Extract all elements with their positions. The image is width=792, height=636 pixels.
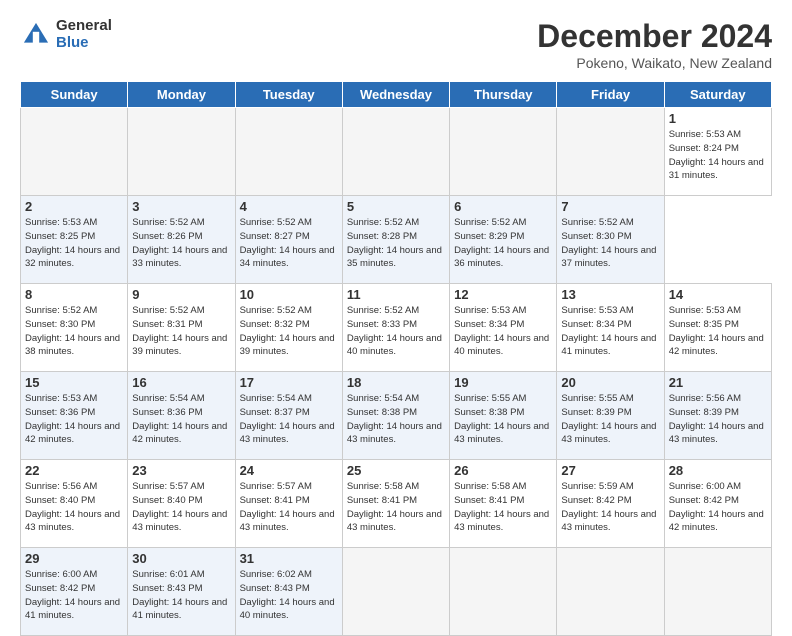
col-monday: Monday [128,82,235,108]
table-row: 18Sunrise: 5:54 AMSunset: 8:38 PMDayligh… [342,372,449,460]
table-row: 10Sunrise: 5:52 AMSunset: 8:32 PMDayligh… [235,284,342,372]
table-row: 17Sunrise: 5:54 AMSunset: 8:37 PMDayligh… [235,372,342,460]
col-thursday: Thursday [450,82,557,108]
logo-blue: Blue [56,35,112,52]
table-row: 15Sunrise: 5:53 AMSunset: 8:36 PMDayligh… [21,372,128,460]
table-row: 30Sunrise: 6:01 AMSunset: 8:43 PMDayligh… [128,548,235,636]
empty-cell [342,548,449,636]
empty-cell [450,108,557,196]
calendar-body: 1Sunrise: 5:53 AMSunset: 8:24 PMDaylight… [21,108,772,636]
logo: General Blue [20,18,112,51]
table-row: 4Sunrise: 5:52 AMSunset: 8:27 PMDaylight… [235,196,342,284]
table-row: 3Sunrise: 5:52 AMSunset: 8:26 PMDaylight… [128,196,235,284]
calendar: Sunday Monday Tuesday Wednesday Thursday… [20,81,772,636]
table-row: 28Sunrise: 6:00 AMSunset: 8:42 PMDayligh… [664,460,771,548]
table-row: 31Sunrise: 6:02 AMSunset: 8:43 PMDayligh… [235,548,342,636]
empty-cell [450,548,557,636]
logo-icon [20,19,52,51]
table-row: 7Sunrise: 5:52 AMSunset: 8:30 PMDaylight… [557,196,664,284]
table-row: 24Sunrise: 5:57 AMSunset: 8:41 PMDayligh… [235,460,342,548]
empty-cell [128,108,235,196]
table-row: 9Sunrise: 5:52 AMSunset: 8:31 PMDaylight… [128,284,235,372]
col-sunday: Sunday [21,82,128,108]
col-wednesday: Wednesday [342,82,449,108]
empty-cell [342,108,449,196]
calendar-row: 8Sunrise: 5:52 AMSunset: 8:30 PMDaylight… [21,284,772,372]
table-row: 5Sunrise: 5:52 AMSunset: 8:28 PMDaylight… [342,196,449,284]
calendar-row: 2Sunrise: 5:53 AMSunset: 8:25 PMDaylight… [21,196,772,284]
table-row: 6Sunrise: 5:52 AMSunset: 8:29 PMDaylight… [450,196,557,284]
page: General Blue December 2024 Pokeno, Waika… [0,0,792,612]
calendar-row: 15Sunrise: 5:53 AMSunset: 8:36 PMDayligh… [21,372,772,460]
table-row: 29Sunrise: 6:00 AMSunset: 8:42 PMDayligh… [21,548,128,636]
calendar-row: 22Sunrise: 5:56 AMSunset: 8:40 PMDayligh… [21,460,772,548]
table-row: 2Sunrise: 5:53 AMSunset: 8:25 PMDaylight… [21,196,128,284]
table-row: 16Sunrise: 5:54 AMSunset: 8:36 PMDayligh… [128,372,235,460]
col-tuesday: Tuesday [235,82,342,108]
table-row: 27Sunrise: 5:59 AMSunset: 8:42 PMDayligh… [557,460,664,548]
table-row: 8Sunrise: 5:52 AMSunset: 8:30 PMDaylight… [21,284,128,372]
table-row: 25Sunrise: 5:58 AMSunset: 8:41 PMDayligh… [342,460,449,548]
table-row: 23Sunrise: 5:57 AMSunset: 8:40 PMDayligh… [128,460,235,548]
title-block: December 2024 Pokeno, Waikato, New Zeala… [537,18,772,71]
table-row: 26Sunrise: 5:58 AMSunset: 8:41 PMDayligh… [450,460,557,548]
table-row: 13Sunrise: 5:53 AMSunset: 8:34 PMDayligh… [557,284,664,372]
calendar-header: Sunday Monday Tuesday Wednesday Thursday… [21,82,772,108]
calendar-row: 29Sunrise: 6:00 AMSunset: 8:42 PMDayligh… [21,548,772,636]
empty-cell [557,108,664,196]
location: Pokeno, Waikato, New Zealand [537,55,772,71]
table-row: 20Sunrise: 5:55 AMSunset: 8:39 PMDayligh… [557,372,664,460]
empty-cell [664,548,771,636]
table-row: 21Sunrise: 5:56 AMSunset: 8:39 PMDayligh… [664,372,771,460]
calendar-row: 1Sunrise: 5:53 AMSunset: 8:24 PMDaylight… [21,108,772,196]
empty-cell [235,108,342,196]
month-title: December 2024 [537,18,772,55]
table-row: 11Sunrise: 5:52 AMSunset: 8:33 PMDayligh… [342,284,449,372]
table-row: 19Sunrise: 5:55 AMSunset: 8:38 PMDayligh… [450,372,557,460]
table-row: 1Sunrise: 5:53 AMSunset: 8:24 PMDaylight… [664,108,771,196]
table-row: 22Sunrise: 5:56 AMSunset: 8:40 PMDayligh… [21,460,128,548]
table-row: 12Sunrise: 5:53 AMSunset: 8:34 PMDayligh… [450,284,557,372]
col-saturday: Saturday [664,82,771,108]
header: General Blue December 2024 Pokeno, Waika… [20,18,772,71]
header-row: Sunday Monday Tuesday Wednesday Thursday… [21,82,772,108]
table-row: 14Sunrise: 5:53 AMSunset: 8:35 PMDayligh… [664,284,771,372]
empty-cell [557,548,664,636]
logo-text: General Blue [56,18,112,51]
col-friday: Friday [557,82,664,108]
empty-cell [21,108,128,196]
logo-general: General [56,18,112,35]
